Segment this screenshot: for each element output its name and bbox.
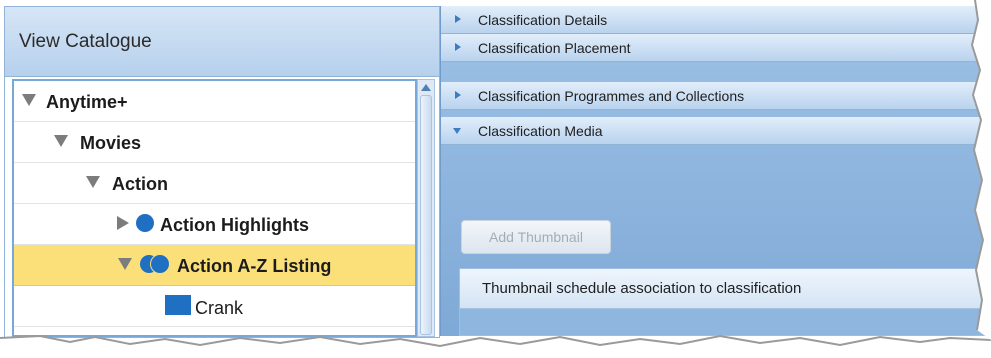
- torn-edge-decoration: [0, 0, 991, 358]
- screenshot-frame: View Catalogue Anytime+ Movies Action Ac…: [0, 0, 991, 358]
